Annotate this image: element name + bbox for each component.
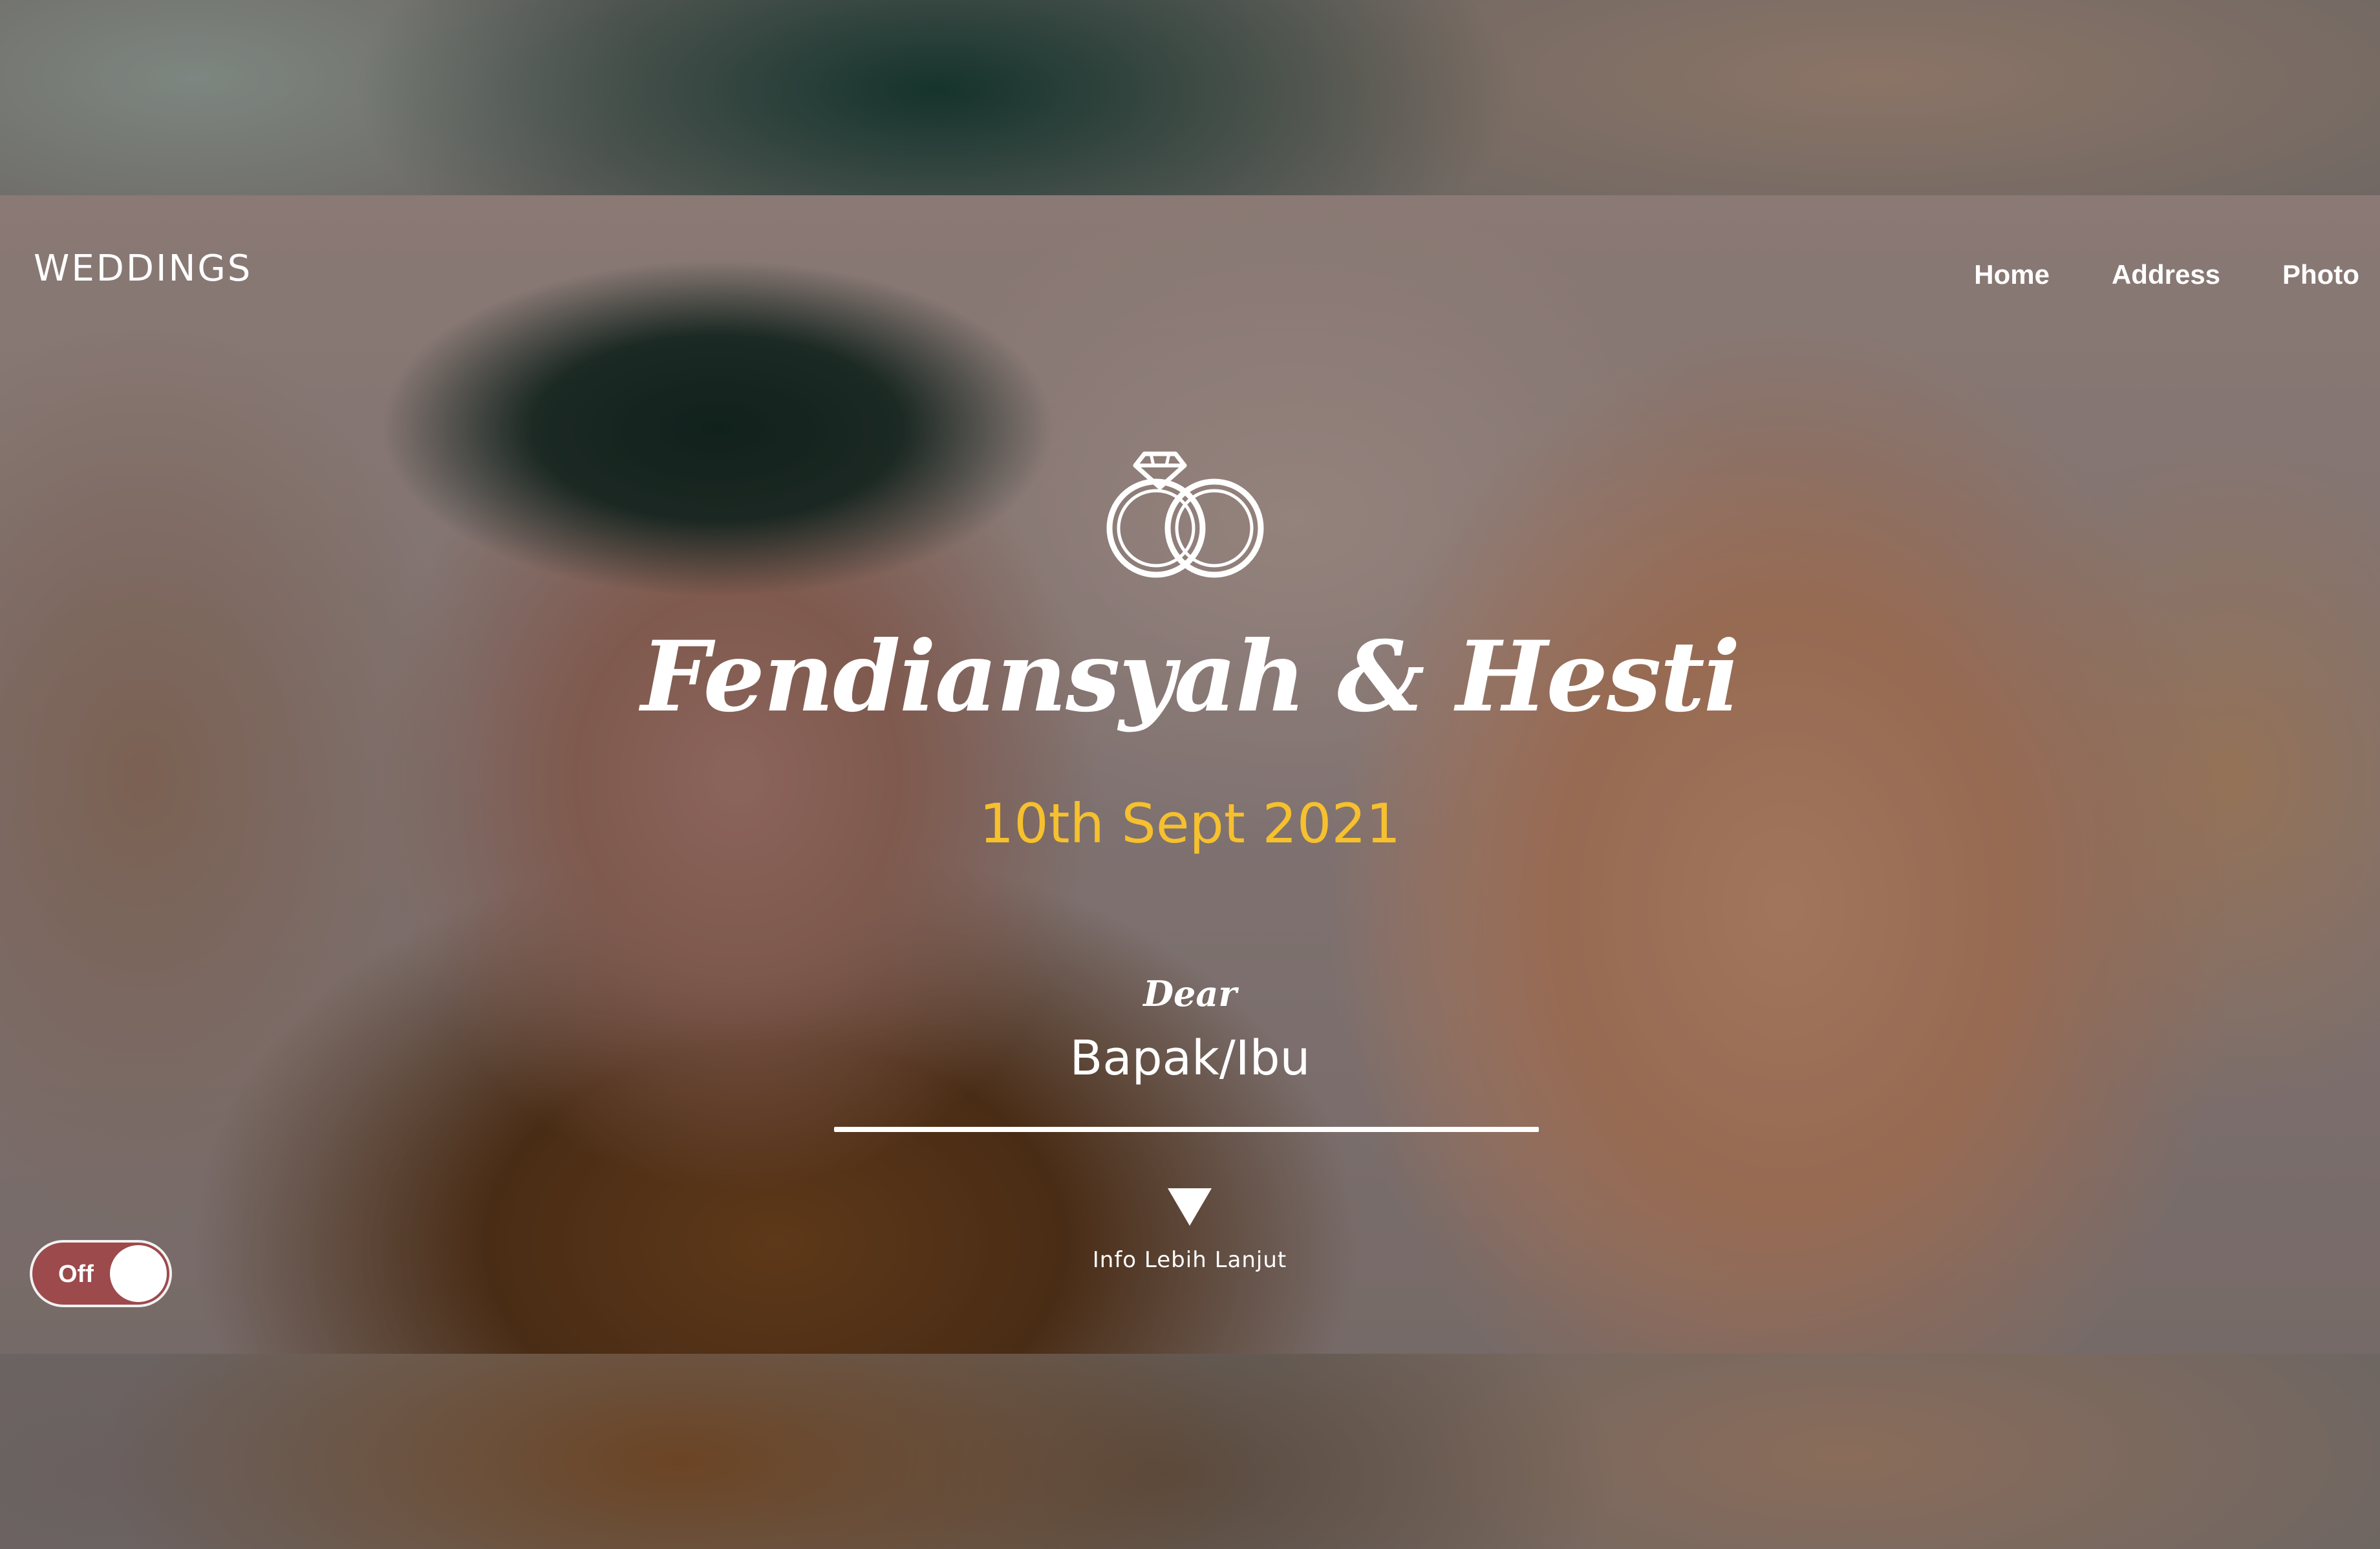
brand-logo[interactable]: WEDDINGS	[34, 251, 252, 287]
greeting: Dear	[1143, 973, 1237, 1014]
more-info-button[interactable]: Info Lebih Lanjut	[1060, 1188, 1319, 1271]
guest-name: Bapak/Ibu	[1069, 1031, 1311, 1086]
hero-section	[0, 195, 2380, 1354]
event-date: 10th Sept 2021	[979, 792, 1401, 855]
nav-home[interactable]: Home	[1974, 261, 2050, 288]
triangle-down-icon	[1168, 1188, 1212, 1226]
divider	[834, 1127, 1539, 1132]
toggle-knob	[110, 1245, 167, 1302]
wedding-rings-icon	[1106, 451, 1264, 578]
music-toggle-label: Off	[58, 1261, 94, 1288]
more-info-label: Info Lebih Lanjut	[1092, 1247, 1287, 1273]
page: WEDDINGS Home Address Photo Fendiansyah …	[0, 0, 2380, 1549]
couple-names: Fendiansyah & Hesti	[641, 620, 1741, 734]
top-nav: Home Address Photo	[1974, 261, 2359, 288]
hero-overlay	[0, 195, 2380, 1354]
nav-photo[interactable]: Photo	[2282, 261, 2359, 288]
music-toggle[interactable]: Off	[30, 1240, 172, 1307]
nav-address[interactable]: Address	[2112, 261, 2220, 288]
